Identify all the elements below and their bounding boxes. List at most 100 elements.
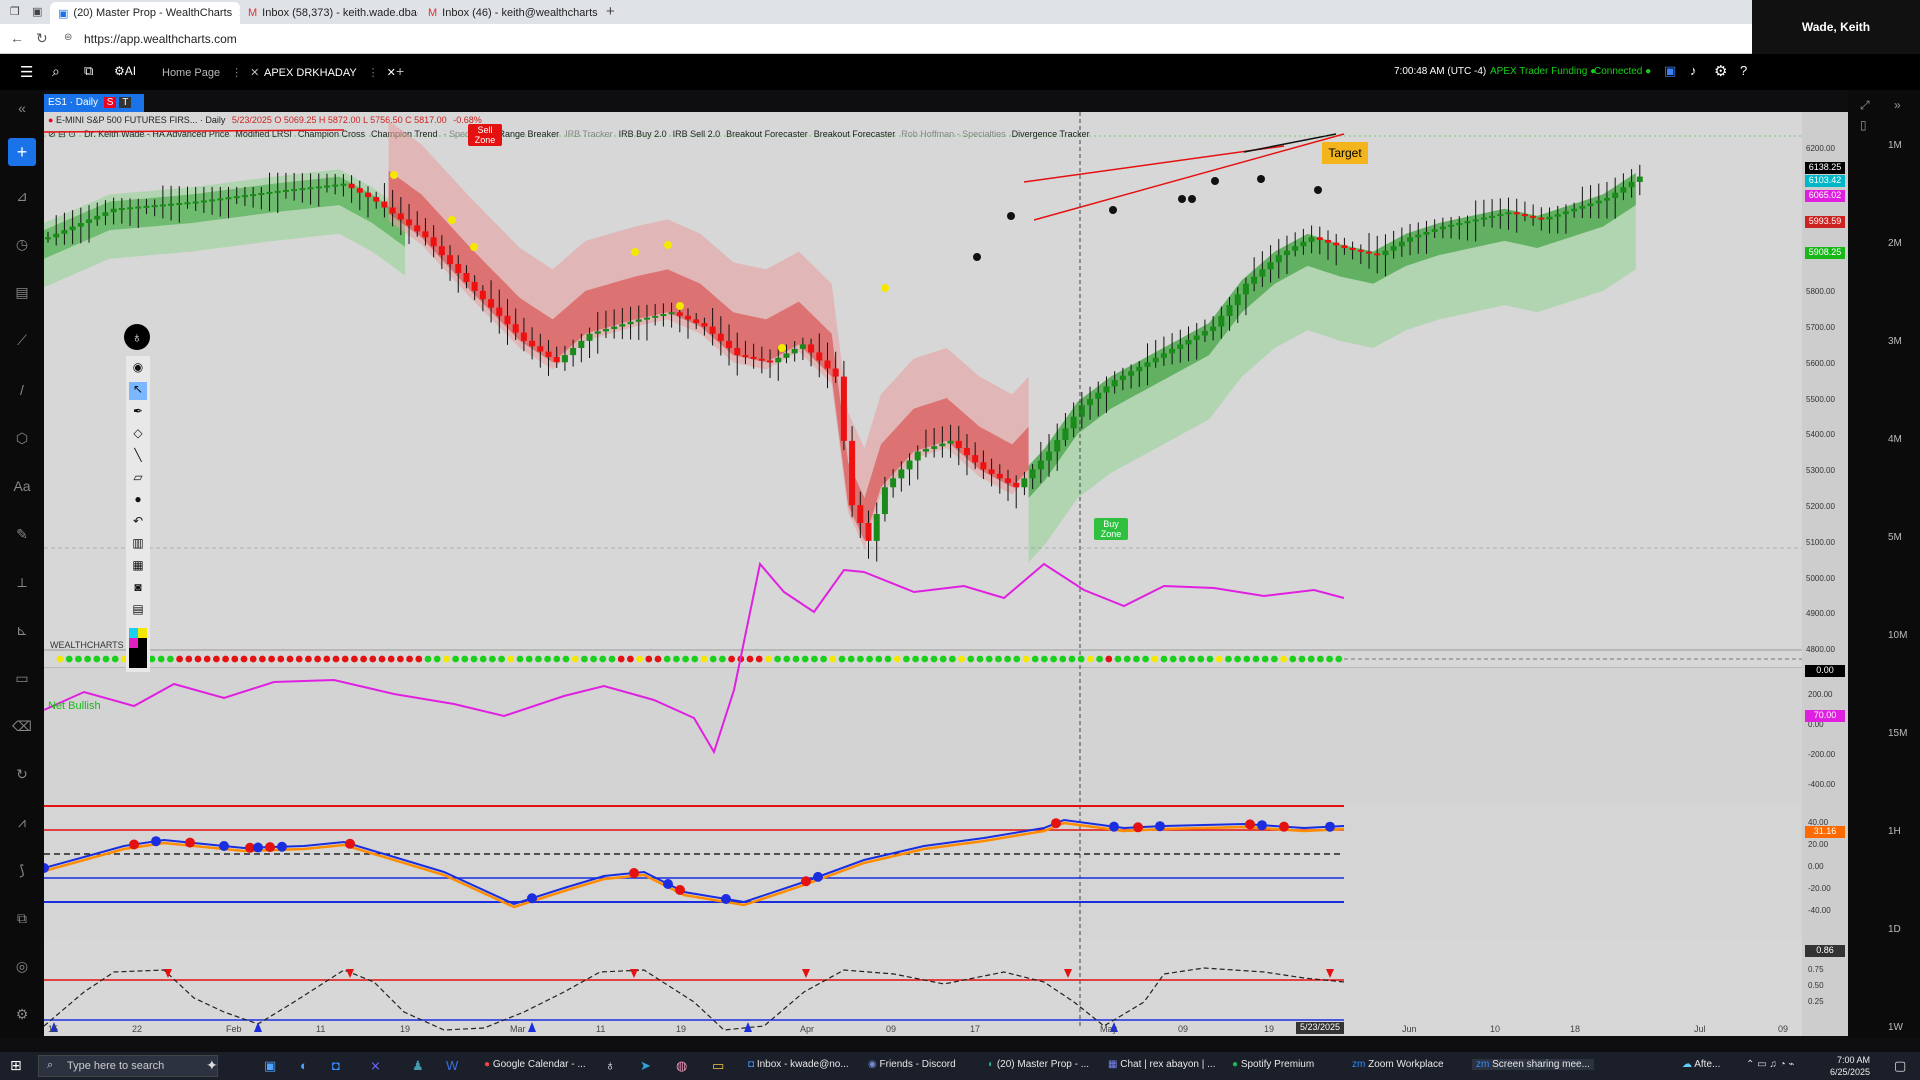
cursor-icon[interactable]: ↖ xyxy=(129,382,147,400)
windows-start-icon[interactable]: ⊞ xyxy=(10,1057,22,1074)
brush-icon[interactable]: ✎ xyxy=(12,524,32,544)
file-explorer-icon[interactable]: ▭ xyxy=(712,1058,724,1074)
collapse-right-icon[interactable]: » xyxy=(1894,98,1901,112)
color-swatch-yellow[interactable] xyxy=(138,628,147,638)
system-tray-icons[interactable]: ⌃ ▭ ♫ ◔ ⌁ xyxy=(1746,1059,1795,1070)
s-badge[interactable]: S xyxy=(103,97,117,108)
eraser-icon[interactable]: ⌫ xyxy=(12,716,32,736)
eye-icon[interactable]: ◉ xyxy=(129,360,147,378)
clock-icon[interactable]: ◷ xyxy=(12,234,32,254)
screenshot-icon[interactable]: ▦ xyxy=(129,558,147,576)
chrome-icon[interactable]: ◍ xyxy=(676,1058,687,1074)
line-tool-icon[interactable]: / xyxy=(12,380,32,400)
panel-icon[interactable]: ▯ xyxy=(1860,118,1867,132)
shapes-icon[interactable]: ⬡ xyxy=(12,428,32,448)
funding-status[interactable]: APEX Trader Funding ● xyxy=(1490,66,1596,77)
reload-icon[interactable]: ↻ xyxy=(36,30,48,47)
close-tab-icon[interactable]: ✕ xyxy=(387,67,396,79)
strategy-icon[interactable]: ⟆ xyxy=(12,860,32,880)
chart-type-icon[interactable]: ⊿ xyxy=(12,186,32,206)
tab-apex-drkhaday[interactable]: APEX DRKHADAY ⋮ ✕ xyxy=(264,66,396,79)
chart-symbol-tab[interactable]: ES1 · Daily S T xyxy=(44,94,144,112)
back-icon[interactable]: ← xyxy=(10,30,24,46)
sync-icon[interactable]: ↻ xyxy=(12,764,32,784)
save-icon[interactable]: ▣ xyxy=(1664,63,1676,79)
sell-zone-label[interactable]: Sell Zone xyxy=(468,124,502,146)
taskbar-item-masterprop[interactable]: ◐ (20) Master Prop - ... xyxy=(988,1059,1089,1070)
color-swatch-current[interactable] xyxy=(129,648,147,668)
bell-icon[interactable]: ♪ xyxy=(1690,63,1697,78)
timeframe-label[interactable]: 2M xyxy=(1888,238,1902,249)
edge-icon[interactable]: ◐ xyxy=(300,1058,308,1073)
windows-icon[interactable]: ⧉ xyxy=(12,908,32,928)
notifications-icon[interactable]: ▢ xyxy=(1894,1058,1906,1074)
color-swatch-cyan[interactable] xyxy=(129,628,138,638)
trend-icon[interactable]: ⟋ xyxy=(12,330,32,350)
settings-icon[interactable]: ⚙ xyxy=(12,1004,32,1024)
pen-icon[interactable]: ✒ xyxy=(129,404,147,422)
replay-icon[interactable]: ◎ xyxy=(12,956,32,976)
ruler-icon[interactable]: ▱ xyxy=(129,470,147,488)
teams-icon[interactable]: ♟ xyxy=(412,1058,424,1074)
visual-studio-icon[interactable]: ⨯ xyxy=(370,1058,381,1074)
timeframe-label[interactable]: 1M xyxy=(1888,140,1902,151)
ruler-icon[interactable]: ⟂ xyxy=(12,572,32,592)
target-label[interactable]: Target xyxy=(1322,142,1368,164)
taskbar-clock[interactable]: 7:00 AM 6/25/2025 xyxy=(1830,1054,1870,1078)
color-swatch-black[interactable] xyxy=(138,638,147,648)
ai-assistant-button[interactable]: ⚙AI xyxy=(114,64,136,78)
telegram-icon[interactable]: ➤ xyxy=(640,1058,651,1074)
taskbar-item-discord[interactable]: ◉ Friends - Discord xyxy=(868,1059,956,1070)
browser-tab-inbox-2[interactable]: M Inbox (46) - keith@wealthcharts.c ✕ xyxy=(420,2,598,24)
store-icon[interactable]: ▣ xyxy=(264,1058,276,1074)
tab-menu-icon[interactable]: ⋮ xyxy=(231,67,242,79)
buy-zone-label[interactable]: Buy Zone xyxy=(1094,518,1128,540)
timeframe-label[interactable]: 1W xyxy=(1888,1022,1903,1033)
text-tool-icon[interactable]: Aa xyxy=(12,476,32,496)
close-tab-icon[interactable]: ✕ xyxy=(232,6,240,20)
taskbar-search[interactable]: ⌕ Type here to search xyxy=(38,1055,218,1077)
window-menu-icon[interactable]: ❐ xyxy=(10,5,20,18)
site-info-icon[interactable]: ⊜ xyxy=(64,32,72,43)
map-pin-icon[interactable]: ♁ xyxy=(605,1057,616,1073)
tab-menu-icon[interactable]: ⋮ xyxy=(368,67,379,79)
browser-tab-inbox-1[interactable]: M Inbox (58,373) - keith.wade.dba@ ✕ xyxy=(240,2,418,24)
lightbulb-icon[interactable]: ♁ xyxy=(124,324,150,350)
taskbar-item-zoom[interactable]: zm Zoom Workplace xyxy=(1352,1059,1444,1070)
close-tab-icon[interactable]: ✕ xyxy=(250,67,259,79)
browser-tab-wealthcharts[interactable]: ▣ (20) Master Prop - WealthCharts ✕ xyxy=(50,2,240,24)
timeframe-label[interactable]: 3M xyxy=(1888,336,1902,347)
url-field[interactable]: https://app.wealthcharts.com xyxy=(84,32,237,46)
gear-icon[interactable]: ⚙ xyxy=(1714,62,1727,80)
taskbar-item-calendar[interactable]: ● Google Calendar - ... xyxy=(484,1059,586,1070)
taskbar-item-spotify[interactable]: ● Spotify Premium xyxy=(1232,1059,1314,1070)
taskbar-item-inbox[interactable]: ◘ Inbox - kwade@no... xyxy=(748,1059,849,1070)
eraser-icon[interactable]: ◇ xyxy=(129,426,147,444)
trash-icon[interactable]: ▥ xyxy=(129,536,147,554)
template-icon[interactable]: ▤ xyxy=(129,602,147,620)
new-tab-button[interactable]: + xyxy=(606,3,615,20)
calendar-icon[interactable]: ▤ xyxy=(12,282,32,302)
measure-icon[interactable]: ⊾ xyxy=(12,620,32,640)
timeframe-label[interactable]: 15M xyxy=(1888,728,1907,739)
timeframe-label[interactable]: 1H xyxy=(1888,826,1901,837)
taskbar-item-screenshare[interactable]: zm Screen sharing mee... xyxy=(1472,1059,1594,1070)
timeframe-label[interactable]: 1D xyxy=(1888,924,1901,935)
search-icon[interactable]: ⌕ xyxy=(52,63,60,80)
chart-svg[interactable] xyxy=(44,112,1848,1036)
tab-home-page[interactable]: Home Page ⋮ ✕ xyxy=(162,66,259,79)
t-badge[interactable]: T xyxy=(119,97,132,108)
layers-icon[interactable]: ▭ xyxy=(12,668,32,688)
timeframe-label[interactable]: 4M xyxy=(1888,434,1902,445)
layouts-icon[interactable]: ⧉ xyxy=(84,63,93,79)
outlook-icon[interactable]: ◘ xyxy=(332,1058,340,1073)
undo-icon[interactable]: ↶ xyxy=(129,514,147,532)
help-icon[interactable]: ? xyxy=(1740,63,1747,78)
indicators-icon[interactable]: ⩘ xyxy=(12,812,32,832)
hamburger-menu-icon[interactable]: ☰ xyxy=(20,63,33,81)
line-icon[interactable]: ╲ xyxy=(129,448,147,466)
timeframe-label[interactable]: 10M xyxy=(1888,630,1907,641)
collapse-left-icon[interactable]: « xyxy=(12,98,32,118)
timeframe-label[interactable]: 5M xyxy=(1888,532,1902,543)
taskbar-item-chat[interactable]: ▦ Chat | rex abayon | ... xyxy=(1108,1059,1215,1070)
